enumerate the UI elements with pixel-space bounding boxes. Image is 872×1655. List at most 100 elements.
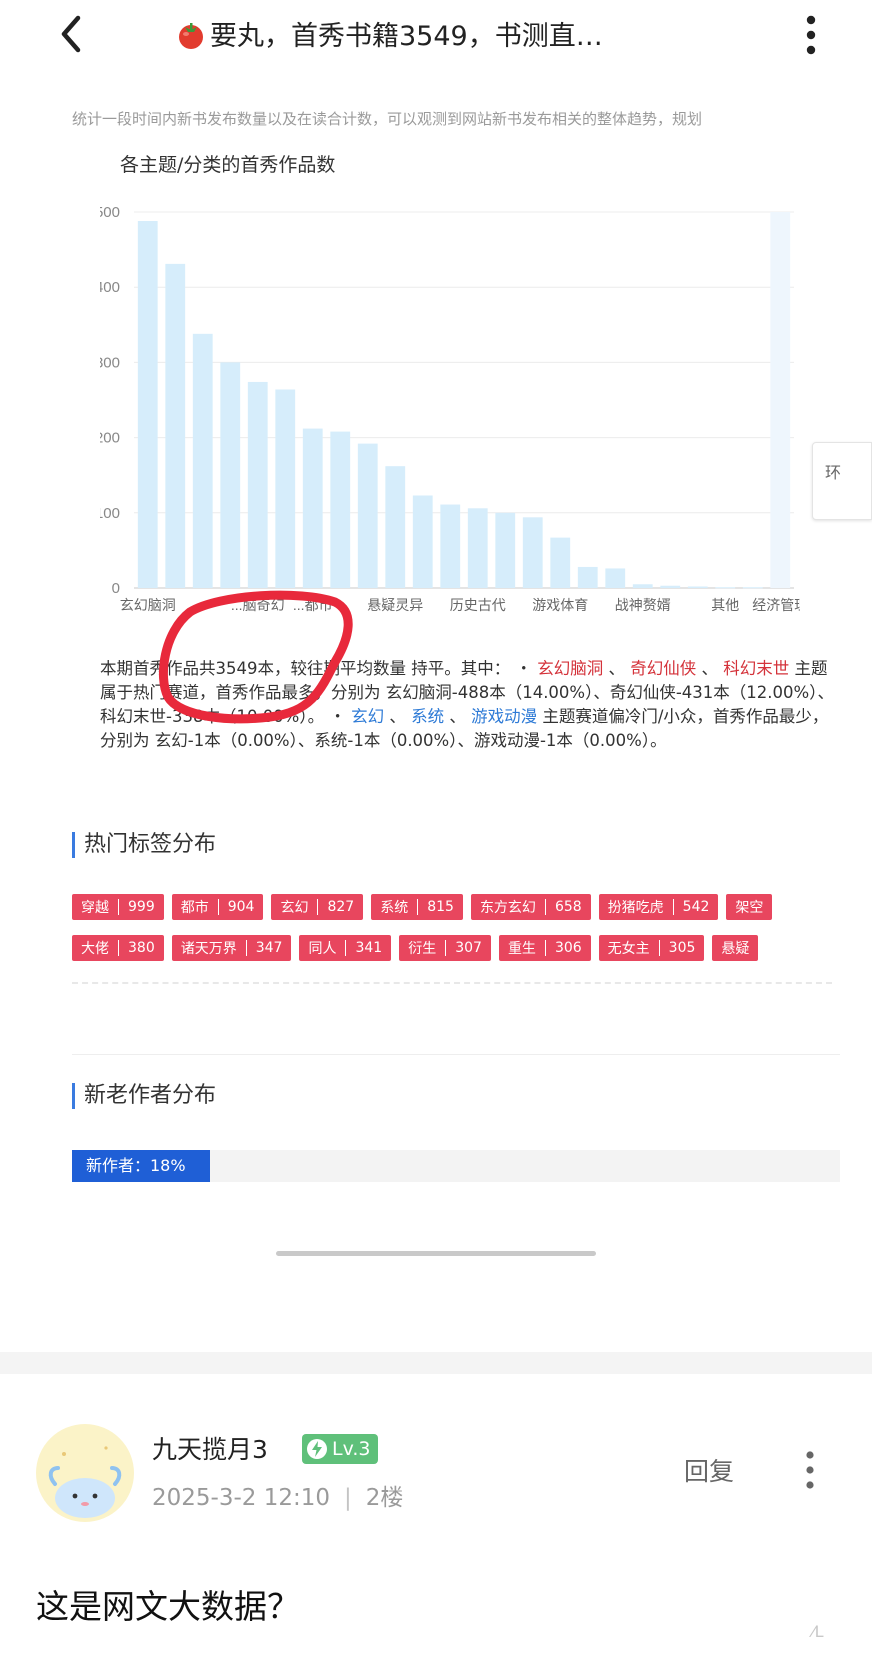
bar[interactable] bbox=[742, 587, 763, 589]
tag-chip[interactable]: 系统 815 bbox=[371, 894, 463, 920]
tag-chip[interactable]: 玄幻 827 bbox=[271, 894, 364, 920]
page-title: 要丸，首秀书籍3549，书测直… bbox=[176, 14, 716, 53]
bar[interactable] bbox=[247, 381, 268, 588]
summary-sep-3: 、 bbox=[389, 707, 406, 726]
bar[interactable] bbox=[467, 508, 488, 588]
level-text: Lv.3 bbox=[332, 1438, 371, 1460]
y-tick-label: 0 bbox=[112, 580, 120, 597]
tag-name: 重生 bbox=[507, 941, 536, 957]
bar[interactable] bbox=[550, 537, 571, 588]
tag-row-separator bbox=[72, 982, 832, 986]
tag-chip[interactable]: 衍生 307 bbox=[399, 935, 491, 961]
tag-chip[interactable]: 都市 904 bbox=[171, 894, 264, 920]
tag-chip[interactable]: 重生 306 bbox=[498, 935, 591, 961]
page-title-text: 要丸，首秀书籍3549，书测直… bbox=[210, 21, 603, 52]
reply-button[interactable]: 回复 bbox=[684, 1452, 734, 1488]
y-tick-label: 200 bbox=[100, 430, 120, 447]
bar[interactable] bbox=[302, 428, 323, 588]
tag-chip[interactable]: 无女主 305 bbox=[598, 935, 705, 961]
tag-count: 815 bbox=[417, 899, 463, 915]
tag-count: 380 bbox=[118, 940, 164, 956]
bar[interactable] bbox=[385, 466, 406, 588]
tag-chip[interactable]: 架空 bbox=[726, 894, 773, 920]
y-tick-label: 500 bbox=[100, 204, 120, 221]
tag-count: 307 bbox=[445, 940, 491, 956]
tag-count: 341 bbox=[345, 940, 391, 956]
bar[interactable] bbox=[412, 495, 433, 588]
hot-tags-title: 热门标签分布 bbox=[72, 832, 216, 858]
hot-category-3: 科幻末世 bbox=[723, 659, 790, 678]
bar[interactable] bbox=[632, 584, 653, 588]
bar[interactable] bbox=[770, 212, 791, 588]
chart-title: 各主题/分类的首秀作品数 bbox=[120, 154, 336, 176]
tag-chip[interactable]: 扮猪吃虎 542 bbox=[598, 894, 719, 920]
bar[interactable] bbox=[605, 568, 626, 588]
tag-count: 306 bbox=[544, 940, 591, 956]
x-tick-label: 其他 bbox=[711, 597, 739, 613]
tag-chip[interactable]: 同人 341 bbox=[299, 935, 392, 961]
tag-row-1: 穿越 999 都市 904 玄幻 827 系统 815 东方玄幻 658 扮猪吃虎 542 架空 bbox=[72, 894, 842, 920]
lightning-icon bbox=[307, 1439, 327, 1459]
tag-chip[interactable]: 大佬 380 bbox=[72, 935, 164, 961]
x-tick-label: 游戏体育 bbox=[532, 597, 588, 613]
tag-chip[interactable]: 悬疑 bbox=[712, 935, 759, 961]
bar[interactable] bbox=[495, 512, 516, 588]
meta-separator: | bbox=[344, 1485, 352, 1511]
bar[interactable] bbox=[357, 443, 378, 588]
post-more-icon[interactable] bbox=[800, 1448, 820, 1492]
tag-name: 东方玄幻 bbox=[479, 900, 536, 916]
bar[interactable] bbox=[275, 389, 296, 588]
section-gap bbox=[0, 1352, 872, 1374]
bar[interactable] bbox=[165, 263, 186, 588]
bar[interactable] bbox=[137, 221, 158, 589]
tag-name: 悬疑 bbox=[721, 941, 750, 957]
tag-name: 无女主 bbox=[607, 941, 650, 957]
bar-chart: 0100200300400500玄幻脑洞...脑奇幻...都市悬疑灵异历史古代游… bbox=[100, 204, 800, 613]
cold-category-2: 系统 bbox=[411, 707, 445, 726]
author-distribution-bar: 新作者：18% bbox=[72, 1150, 840, 1182]
summary-sep-1: 、 bbox=[608, 659, 626, 678]
bar[interactable] bbox=[220, 362, 241, 588]
tag-name: 诸天万界 bbox=[180, 941, 237, 957]
bar[interactable] bbox=[440, 504, 461, 588]
bar[interactable] bbox=[330, 431, 351, 588]
tag-chip[interactable]: 穿越 999 bbox=[72, 894, 164, 920]
tag-count: 305 bbox=[658, 940, 705, 956]
cold-category-3: 游戏动漫 bbox=[471, 707, 538, 726]
hot-category-2: 奇幻仙侠 bbox=[630, 659, 697, 678]
tag-name: 衍生 bbox=[408, 941, 437, 957]
x-tick-label: 经济管理 bbox=[752, 597, 800, 613]
tag-count: 542 bbox=[672, 899, 719, 915]
side-floating-widget[interactable]: 环 bbox=[812, 442, 872, 520]
new-author-fill: 新作者：18% bbox=[72, 1150, 211, 1182]
section-divider bbox=[72, 1054, 840, 1055]
more-options-icon[interactable] bbox=[796, 10, 826, 60]
y-tick-label: 100 bbox=[100, 505, 120, 522]
tag-count: 827 bbox=[317, 899, 363, 915]
tag-chip[interactable]: 东方玄幻 658 bbox=[470, 894, 591, 920]
bar[interactable] bbox=[715, 587, 736, 589]
bar[interactable] bbox=[660, 585, 681, 588]
back-chevron-icon[interactable] bbox=[52, 10, 92, 58]
comment-text: 这是网文大数据？ bbox=[36, 1587, 300, 1626]
username[interactable]: 九天揽月3 bbox=[152, 1430, 268, 1466]
user-avatar[interactable] bbox=[36, 1424, 134, 1522]
tag-name: 玄幻 bbox=[280, 900, 309, 916]
x-tick-label: 悬疑灵异 bbox=[367, 597, 423, 613]
bar[interactable] bbox=[192, 333, 213, 588]
hot-category-1: 玄幻脑洞 bbox=[537, 659, 604, 678]
scroll-indicator bbox=[276, 1251, 596, 1256]
summary-sep-4: 、 bbox=[449, 707, 466, 726]
bar[interactable] bbox=[687, 586, 708, 588]
bar[interactable] bbox=[577, 566, 598, 588]
intro-text: 统计一段时间内新书发布数量以及在读合计数，可以观测到网站新书发布相关的整体趋势，… bbox=[72, 110, 703, 128]
watermark: ⁄L bbox=[812, 1622, 824, 1641]
side-widget-label: 环 bbox=[825, 463, 842, 482]
tag-name: 都市 bbox=[180, 900, 209, 916]
authors-title: 新老作者分布 bbox=[72, 1083, 216, 1109]
y-tick-label: 400 bbox=[100, 279, 120, 296]
bar[interactable] bbox=[522, 517, 543, 588]
floor-number: 2楼 bbox=[365, 1485, 404, 1511]
tag-chip[interactable]: 诸天万界 347 bbox=[171, 935, 292, 961]
tag-name: 扮猪吃虎 bbox=[607, 900, 664, 916]
